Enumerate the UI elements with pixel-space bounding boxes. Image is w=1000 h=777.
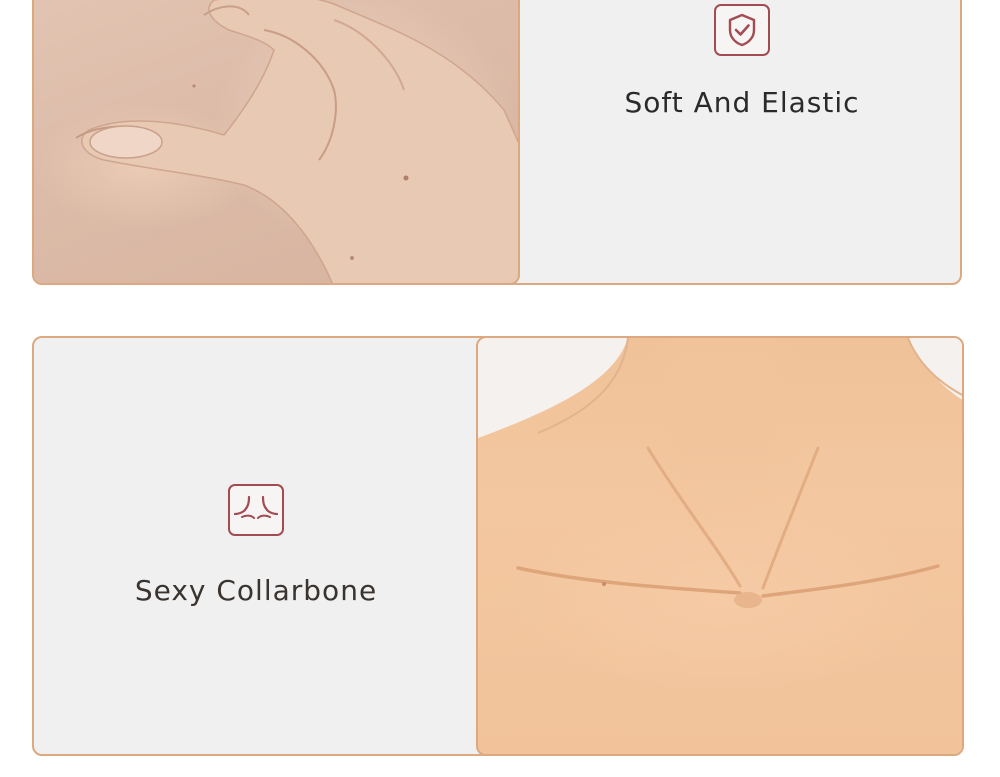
- feature-card-collarbone: Sexy Collarbone: [32, 336, 964, 756]
- collarbone-icon: [228, 484, 284, 536]
- neck-collarbone-photo: [476, 338, 962, 754]
- feature-collarbone: Sexy Collarbone: [34, 484, 478, 607]
- hand-illustration: [75, 0, 518, 283]
- feature-card-soft-elastic: Soft And Elastic: [32, 0, 962, 285]
- feature-soft-elastic: Soft And Elastic: [520, 4, 960, 119]
- feature-title-collarbone: Sexy Collarbone: [134, 574, 378, 607]
- feature-title-soft-elastic: Soft And Elastic: [624, 86, 860, 119]
- hand-pinching-skin-photo: [34, 0, 520, 283]
- shield-check-icon: [714, 4, 770, 56]
- neck-illustration: [478, 338, 962, 608]
